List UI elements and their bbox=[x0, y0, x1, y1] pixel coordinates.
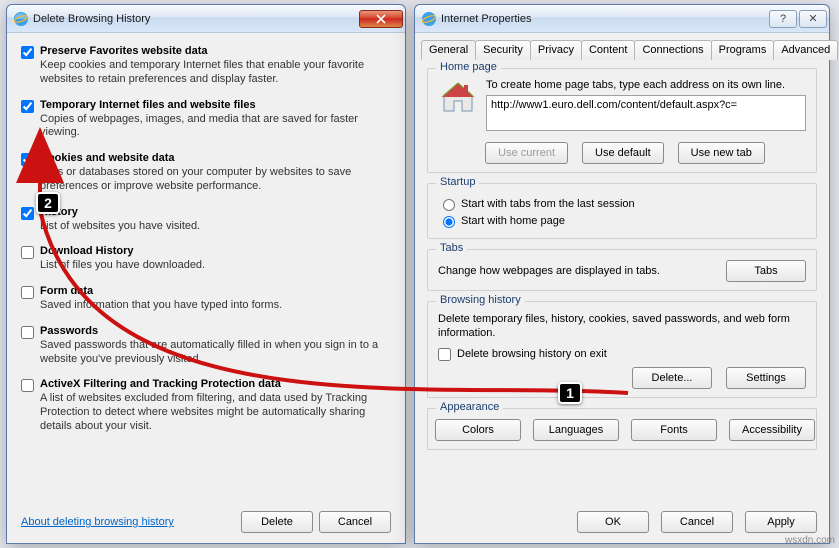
option-form-data: Form data Saved information that you hav… bbox=[21, 285, 391, 313]
group-appearance: Appearance Colors Languages Fonts Access… bbox=[427, 408, 817, 450]
option-activex: ActiveX Filtering and Tracking Protectio… bbox=[21, 378, 391, 433]
watermark: wsxdn.com bbox=[785, 535, 835, 546]
titlebar[interactable]: Delete Browsing History bbox=[7, 5, 405, 33]
close-icon bbox=[376, 14, 386, 24]
step-badge-1: 1 bbox=[558, 382, 582, 404]
label: Form data bbox=[40, 285, 93, 297]
use-new-tab-button[interactable]: Use new tab bbox=[678, 142, 765, 164]
checkbox-form-data[interactable] bbox=[21, 286, 34, 299]
description: List of files you have downloaded. bbox=[40, 259, 391, 273]
tab-advanced[interactable]: Advanced bbox=[773, 40, 838, 60]
checkbox-passwords[interactable] bbox=[21, 326, 34, 339]
cancel-button[interactable]: Cancel bbox=[661, 511, 733, 533]
checkbox-history[interactable] bbox=[21, 207, 34, 220]
languages-button[interactable]: Languages bbox=[533, 419, 619, 441]
home-note: To create home page tabs, type each addr… bbox=[486, 79, 806, 91]
option-download-history: Download History List of files you have … bbox=[21, 245, 391, 273]
label: Temporary Internet files and website fil… bbox=[40, 99, 256, 111]
option-temp-files: Temporary Internet files and website fil… bbox=[21, 99, 391, 141]
titlebar[interactable]: Internet Properties ? ✕ bbox=[415, 5, 829, 33]
window-title: Internet Properties bbox=[441, 13, 769, 25]
group-title: Appearance bbox=[436, 401, 503, 413]
checkbox-label: Delete browsing history on exit bbox=[457, 348, 607, 360]
description: A list of websites excluded from filteri… bbox=[40, 392, 391, 433]
option-history: History List of websites you have visite… bbox=[21, 206, 391, 234]
tab-privacy[interactable]: Privacy bbox=[530, 40, 582, 60]
internet-properties-dialog: Internet Properties ? ✕ General Security… bbox=[414, 4, 830, 544]
home-url-input[interactable] bbox=[486, 95, 806, 131]
option-cookies: Cookies and website data Files or databa… bbox=[21, 152, 391, 194]
label: Cookies and website data bbox=[40, 152, 174, 164]
cancel-button[interactable]: Cancel bbox=[319, 511, 391, 533]
checkbox-cookies[interactable] bbox=[21, 153, 34, 166]
radio-home-page[interactable] bbox=[443, 216, 455, 228]
description: Saved passwords that are automatically f… bbox=[40, 339, 391, 367]
group-title: Startup bbox=[436, 176, 479, 188]
tab-general[interactable]: General bbox=[421, 40, 476, 60]
tab-programs[interactable]: Programs bbox=[711, 40, 775, 60]
delete-history-button[interactable]: Delete... bbox=[632, 367, 712, 389]
apply-button[interactable]: Apply bbox=[745, 511, 817, 533]
label: Preserve Favorites website data bbox=[40, 45, 208, 57]
tab-connections[interactable]: Connections bbox=[634, 40, 711, 60]
history-note: Delete temporary files, history, cookies… bbox=[438, 312, 806, 341]
checkbox-preserve-favorites[interactable] bbox=[21, 46, 34, 59]
ie-icon bbox=[13, 11, 29, 27]
radio-label: Start with tabs from the last session bbox=[461, 198, 635, 210]
help-button[interactable]: ? bbox=[769, 10, 797, 28]
label: Download History bbox=[40, 245, 134, 257]
step-badge-2: 2 bbox=[36, 192, 60, 214]
group-home-page: Home page To create home page tabs, type… bbox=[427, 68, 817, 173]
checkbox-download-history[interactable] bbox=[21, 246, 34, 259]
description: Copies of webpages, images, and media th… bbox=[40, 113, 391, 141]
group-tabs: Tabs Change how webpages are displayed i… bbox=[427, 249, 817, 291]
settings-button[interactable]: Settings bbox=[726, 367, 806, 389]
option-passwords: Passwords Saved passwords that are autom… bbox=[21, 325, 391, 367]
colors-button[interactable]: Colors bbox=[435, 419, 521, 441]
group-startup: Startup Start with tabs from the last se… bbox=[427, 183, 817, 239]
group-title: Home page bbox=[436, 61, 501, 73]
group-title: Tabs bbox=[436, 242, 467, 254]
label: ActiveX Filtering and Tracking Protectio… bbox=[40, 378, 281, 390]
description: Files or databases stored on your comput… bbox=[40, 166, 391, 194]
checkbox-activex[interactable] bbox=[21, 379, 34, 392]
delete-button[interactable]: Delete bbox=[241, 511, 313, 533]
ie-icon bbox=[421, 11, 437, 27]
option-preserve-favorites: Preserve Favorites website data Keep coo… bbox=[21, 45, 391, 87]
description: Keep cookies and temporary Internet file… bbox=[40, 59, 391, 87]
delete-browsing-history-dialog: Delete Browsing History Preserve Favorit… bbox=[6, 4, 406, 544]
tab-strip: General Security Privacy Content Connect… bbox=[421, 39, 823, 60]
group-browsing-history: Browsing history Delete temporary files,… bbox=[427, 301, 817, 398]
radio-label: Start with home page bbox=[461, 215, 565, 227]
help-icon: ? bbox=[780, 13, 786, 25]
use-current-button[interactable]: Use current bbox=[485, 142, 568, 164]
tabs-note: Change how webpages are displayed in tab… bbox=[438, 265, 660, 277]
checkbox-temp-files[interactable] bbox=[21, 100, 34, 113]
accessibility-button[interactable]: Accessibility bbox=[729, 419, 815, 441]
checkbox-delete-on-exit[interactable] bbox=[438, 348, 451, 361]
description: List of websites you have visited. bbox=[40, 220, 391, 234]
close-button[interactable] bbox=[359, 10, 403, 28]
description: Saved information that you have typed in… bbox=[40, 299, 391, 313]
tabs-button[interactable]: Tabs bbox=[726, 260, 806, 282]
fonts-button[interactable]: Fonts bbox=[631, 419, 717, 441]
close-button[interactable]: ✕ bbox=[799, 10, 827, 28]
window-title: Delete Browsing History bbox=[33, 13, 359, 25]
tab-content[interactable]: Content bbox=[581, 40, 636, 60]
radio-last-session[interactable] bbox=[443, 199, 455, 211]
ok-button[interactable]: OK bbox=[577, 511, 649, 533]
about-link[interactable]: About deleting browsing history bbox=[21, 516, 174, 528]
use-default-button[interactable]: Use default bbox=[582, 142, 664, 164]
tab-security[interactable]: Security bbox=[475, 40, 531, 60]
home-icon bbox=[438, 79, 478, 115]
close-icon: ✕ bbox=[808, 12, 817, 25]
label: Passwords bbox=[40, 325, 98, 337]
group-title: Browsing history bbox=[436, 294, 525, 306]
